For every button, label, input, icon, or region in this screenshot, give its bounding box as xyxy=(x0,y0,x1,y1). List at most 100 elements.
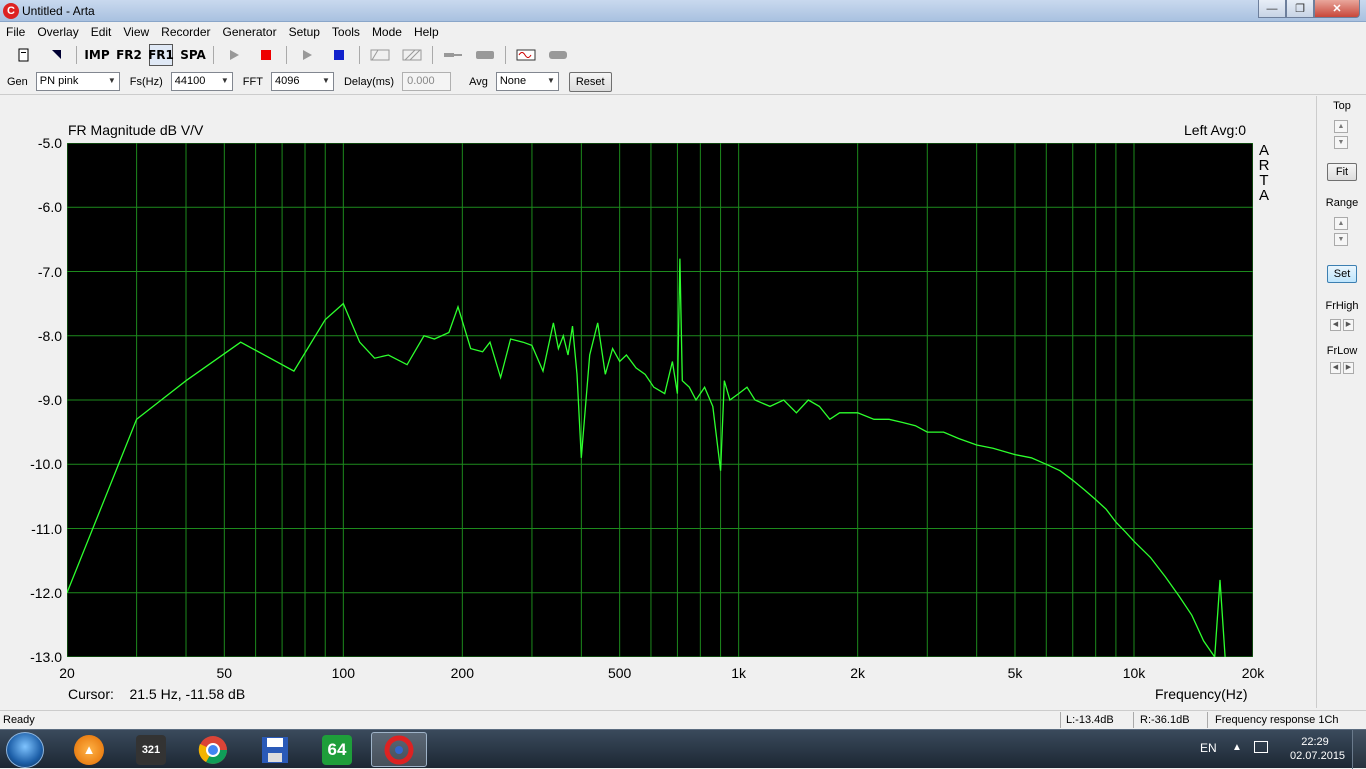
window-title: Untitled - Arta xyxy=(22,4,95,18)
aida64-taskbar-icon[interactable]: 64 xyxy=(309,732,365,767)
x-tick-label: 500 xyxy=(607,665,632,681)
y-tick-label: -7.0 xyxy=(37,263,62,280)
fr2-mode-button[interactable]: FR2 xyxy=(116,44,142,66)
frequency-response-plot[interactable] xyxy=(66,142,1254,659)
chart-svg[interactable] xyxy=(66,142,1254,659)
show-desktop-button[interactable] xyxy=(1352,730,1366,769)
menu-generator[interactable]: Generator xyxy=(217,22,283,42)
range-up-spinner[interactable]: ▲ xyxy=(1334,217,1348,230)
x-tick-label: 200 xyxy=(450,665,475,681)
play-step-icon[interactable] xyxy=(295,44,319,66)
fs-label: Fs(Hz) xyxy=(129,75,163,88)
minimize-button[interactable]: — xyxy=(1258,0,1286,18)
top-down-spinner[interactable]: ▼ xyxy=(1334,136,1348,149)
delay-label: Delay(ms) xyxy=(343,75,395,88)
hatch-icon[interactable] xyxy=(400,44,424,66)
menu-tools[interactable]: Tools xyxy=(326,22,366,42)
right-control-panel: Top ▲ ▼ Fit Range ▲ ▼ Set FrHigh ◀ ▶ FrL… xyxy=(1316,96,1366,708)
frhigh-arrows: ◀ ▶ xyxy=(1330,319,1354,331)
arta-taskbar-icon[interactable] xyxy=(371,732,427,767)
frhigh-right-arrow[interactable]: ▶ xyxy=(1343,319,1354,331)
y-tick-label: -8.0 xyxy=(37,327,62,344)
frhigh-label: FrHigh xyxy=(1325,300,1359,312)
control-bar: Gen PN pink Fs(Hz) 44100 FFT 4096 Delay(… xyxy=(0,69,1366,95)
frlow-label: FrLow xyxy=(1326,345,1358,357)
sample-rate-select[interactable]: 44100 xyxy=(170,72,233,91)
toolbar: IMP FR2 FR1 SPA xyxy=(0,43,1366,67)
clock[interactable]: 22:29 02.07.2015 xyxy=(1290,735,1346,763)
generator-select[interactable]: PN pink xyxy=(35,72,120,91)
start-orb-icon[interactable] xyxy=(6,732,44,768)
arta-watermark: A R T A xyxy=(1258,142,1270,204)
y-tick-label: -10.0 xyxy=(30,456,62,473)
x-tick-label: 10k xyxy=(1122,665,1146,681)
channel-avg-label: Left Avg:0 xyxy=(1184,122,1247,138)
meter-icon[interactable] xyxy=(473,44,497,66)
save-taskbar-icon[interactable] xyxy=(247,732,303,767)
left-level: L:-13.4dB xyxy=(1066,714,1114,726)
play-icon[interactable] xyxy=(222,44,246,66)
x-tick-label: 20k xyxy=(1241,665,1265,681)
frlow-right-arrow[interactable]: ▶ xyxy=(1343,362,1354,374)
toolbar-separator xyxy=(76,46,77,64)
arta-app-icon[interactable]: C xyxy=(3,3,19,19)
fr1-mode-button[interactable]: FR1 xyxy=(148,44,174,66)
plot-title: FR Magnitude dB V/V xyxy=(68,122,204,138)
frlow-arrows: ◀ ▶ xyxy=(1330,362,1354,374)
restore-button[interactable]: ❐ xyxy=(1286,0,1314,18)
range-down-spinner[interactable]: ▼ xyxy=(1334,233,1348,246)
abc-icon[interactable] xyxy=(368,44,392,66)
media-player-taskbar-icon[interactable]: 321 xyxy=(123,732,179,767)
menu-edit[interactable]: Edit xyxy=(85,22,118,42)
fit-button[interactable]: Fit xyxy=(1327,163,1357,181)
aimp-taskbar-icon[interactable]: ▲ xyxy=(61,732,117,767)
signal-generator-icon[interactable] xyxy=(514,44,538,66)
top-up-spinner[interactable]: ▲ xyxy=(1334,120,1348,133)
x-tick-label: 1k xyxy=(731,665,747,681)
device-icon[interactable] xyxy=(546,44,570,66)
menu-help[interactable]: Help xyxy=(408,22,445,42)
chrome-taskbar-icon[interactable] xyxy=(185,732,241,767)
toolbar-separator xyxy=(359,46,360,64)
menu-setup[interactable]: Setup xyxy=(283,22,326,42)
imp-mode-button[interactable]: IMP xyxy=(84,44,109,66)
toolbar-separator xyxy=(213,46,214,64)
menu-overlay[interactable]: Overlay xyxy=(31,22,84,42)
status-ready: Ready xyxy=(3,714,35,726)
toolbar-separator xyxy=(432,46,433,64)
open-arrow-icon[interactable] xyxy=(44,44,68,66)
clock-date: 02.07.2015 xyxy=(1290,750,1346,762)
y-tick-label: -9.0 xyxy=(37,392,62,408)
tray-expand-icon[interactable]: ▲ xyxy=(1232,742,1242,753)
average-select[interactable]: None xyxy=(495,72,559,91)
menu-recorder[interactable]: Recorder xyxy=(155,22,216,42)
probe-icon[interactable] xyxy=(441,44,465,66)
x-tick-label: 20 xyxy=(59,665,75,681)
menu-file[interactable]: File xyxy=(0,22,31,42)
language-indicator[interactable]: EN xyxy=(1200,741,1217,755)
menu-view[interactable]: View xyxy=(117,22,155,42)
taskbar: ▲ 321 64 EN ▲ 22:29 02.07.2015 xyxy=(0,729,1366,769)
close-button[interactable]: ✕ xyxy=(1314,0,1360,18)
stop-icon[interactable] xyxy=(254,44,278,66)
frhigh-left-arrow[interactable]: ◀ xyxy=(1330,319,1341,331)
delay-input[interactable]: 0.000 xyxy=(402,72,452,91)
frequency-response-line xyxy=(66,258,1226,659)
toolbar-separator xyxy=(286,46,287,64)
gen-label: Gen xyxy=(7,75,28,88)
spa-mode-button[interactable]: SPA xyxy=(180,44,206,66)
menu-mode[interactable]: Mode xyxy=(366,22,408,42)
fft-size-select[interactable]: 4096 xyxy=(270,72,334,91)
set-button[interactable]: Set xyxy=(1327,265,1357,283)
y-tick-label: -12.0 xyxy=(30,584,62,601)
y-tick-label: -11.0 xyxy=(31,520,62,537)
action-center-flag-icon[interactable] xyxy=(1254,741,1268,753)
toolbar-separator xyxy=(505,46,506,64)
reset-button[interactable]: Reset xyxy=(568,71,612,92)
mode-status: Frequency response 1Ch xyxy=(1215,714,1339,726)
stop-blue-icon[interactable] xyxy=(327,44,351,66)
avg-label: Avg xyxy=(469,75,488,88)
new-file-icon[interactable] xyxy=(12,44,36,66)
x-tick-label: 50 xyxy=(216,665,233,681)
frlow-left-arrow[interactable]: ◀ xyxy=(1330,362,1341,374)
